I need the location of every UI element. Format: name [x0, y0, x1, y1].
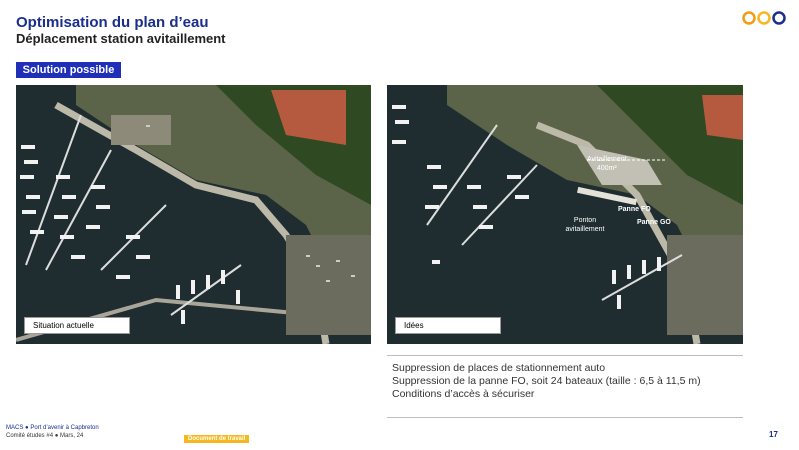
annotation-avitaillement: Avitaillement 400m² [587, 155, 627, 173]
aerial-photo-current: Situation actuelle [16, 85, 371, 344]
footer-date: Mars, 24 [60, 433, 84, 439]
aerial-photo-ideas: Avitaillement 400m² Panne FO Panne GO Po… [387, 85, 743, 344]
footer-project: Port d’avenir à Capbreton [30, 425, 99, 431]
annotation-panne-go: Panne GO [637, 219, 671, 226]
bullet-item: Suppression de places de stationnement a… [392, 362, 606, 374]
bullet-item: Suppression de la panne FO, soit 24 bate… [392, 375, 701, 387]
footer-org: MACS [6, 425, 24, 431]
working-document-badge: Document de travail [184, 435, 250, 443]
logo-circle-orange [742, 11, 756, 25]
bullet-item: Conditions d’accès à sécuriser [392, 388, 535, 400]
logo-circle-navy [772, 11, 786, 25]
annotation-ponton: Ponton avitaillement [565, 217, 605, 233]
page-number: 17 [769, 430, 778, 439]
bullet-list: Suppression de places de stationnement a… [392, 362, 701, 401]
divider-top [387, 355, 743, 356]
caption-ideas: Idées [395, 317, 501, 334]
footer-line-2: Comité études #4 ● Mars, 24 [6, 433, 84, 439]
brand-logo [742, 11, 786, 25]
page-title: Optimisation du plan d’eau [16, 14, 209, 31]
footer-info: MACS ● Port d’avenir à Capbreton Comité … [6, 424, 99, 440]
annotation-panne-fo: Panne FO [618, 206, 651, 213]
footer-meeting: Comité études #4 [6, 433, 54, 439]
divider-bottom [387, 417, 743, 418]
aerial-image-current [16, 85, 371, 344]
page-subtitle: Déplacement station avitaillement [16, 31, 226, 46]
caption-current-situation: Situation actuelle [24, 317, 130, 334]
annotation-distance: 400m² [596, 165, 617, 172]
annotation-avitaillement-label: Avitaillement [587, 156, 627, 163]
solution-badge: Solution possible [16, 62, 121, 78]
aerial-image-ideas [387, 85, 743, 344]
logo-circle-yellow [757, 11, 771, 25]
footer-line-1: MACS ● Port d’avenir à Capbreton [6, 425, 99, 431]
